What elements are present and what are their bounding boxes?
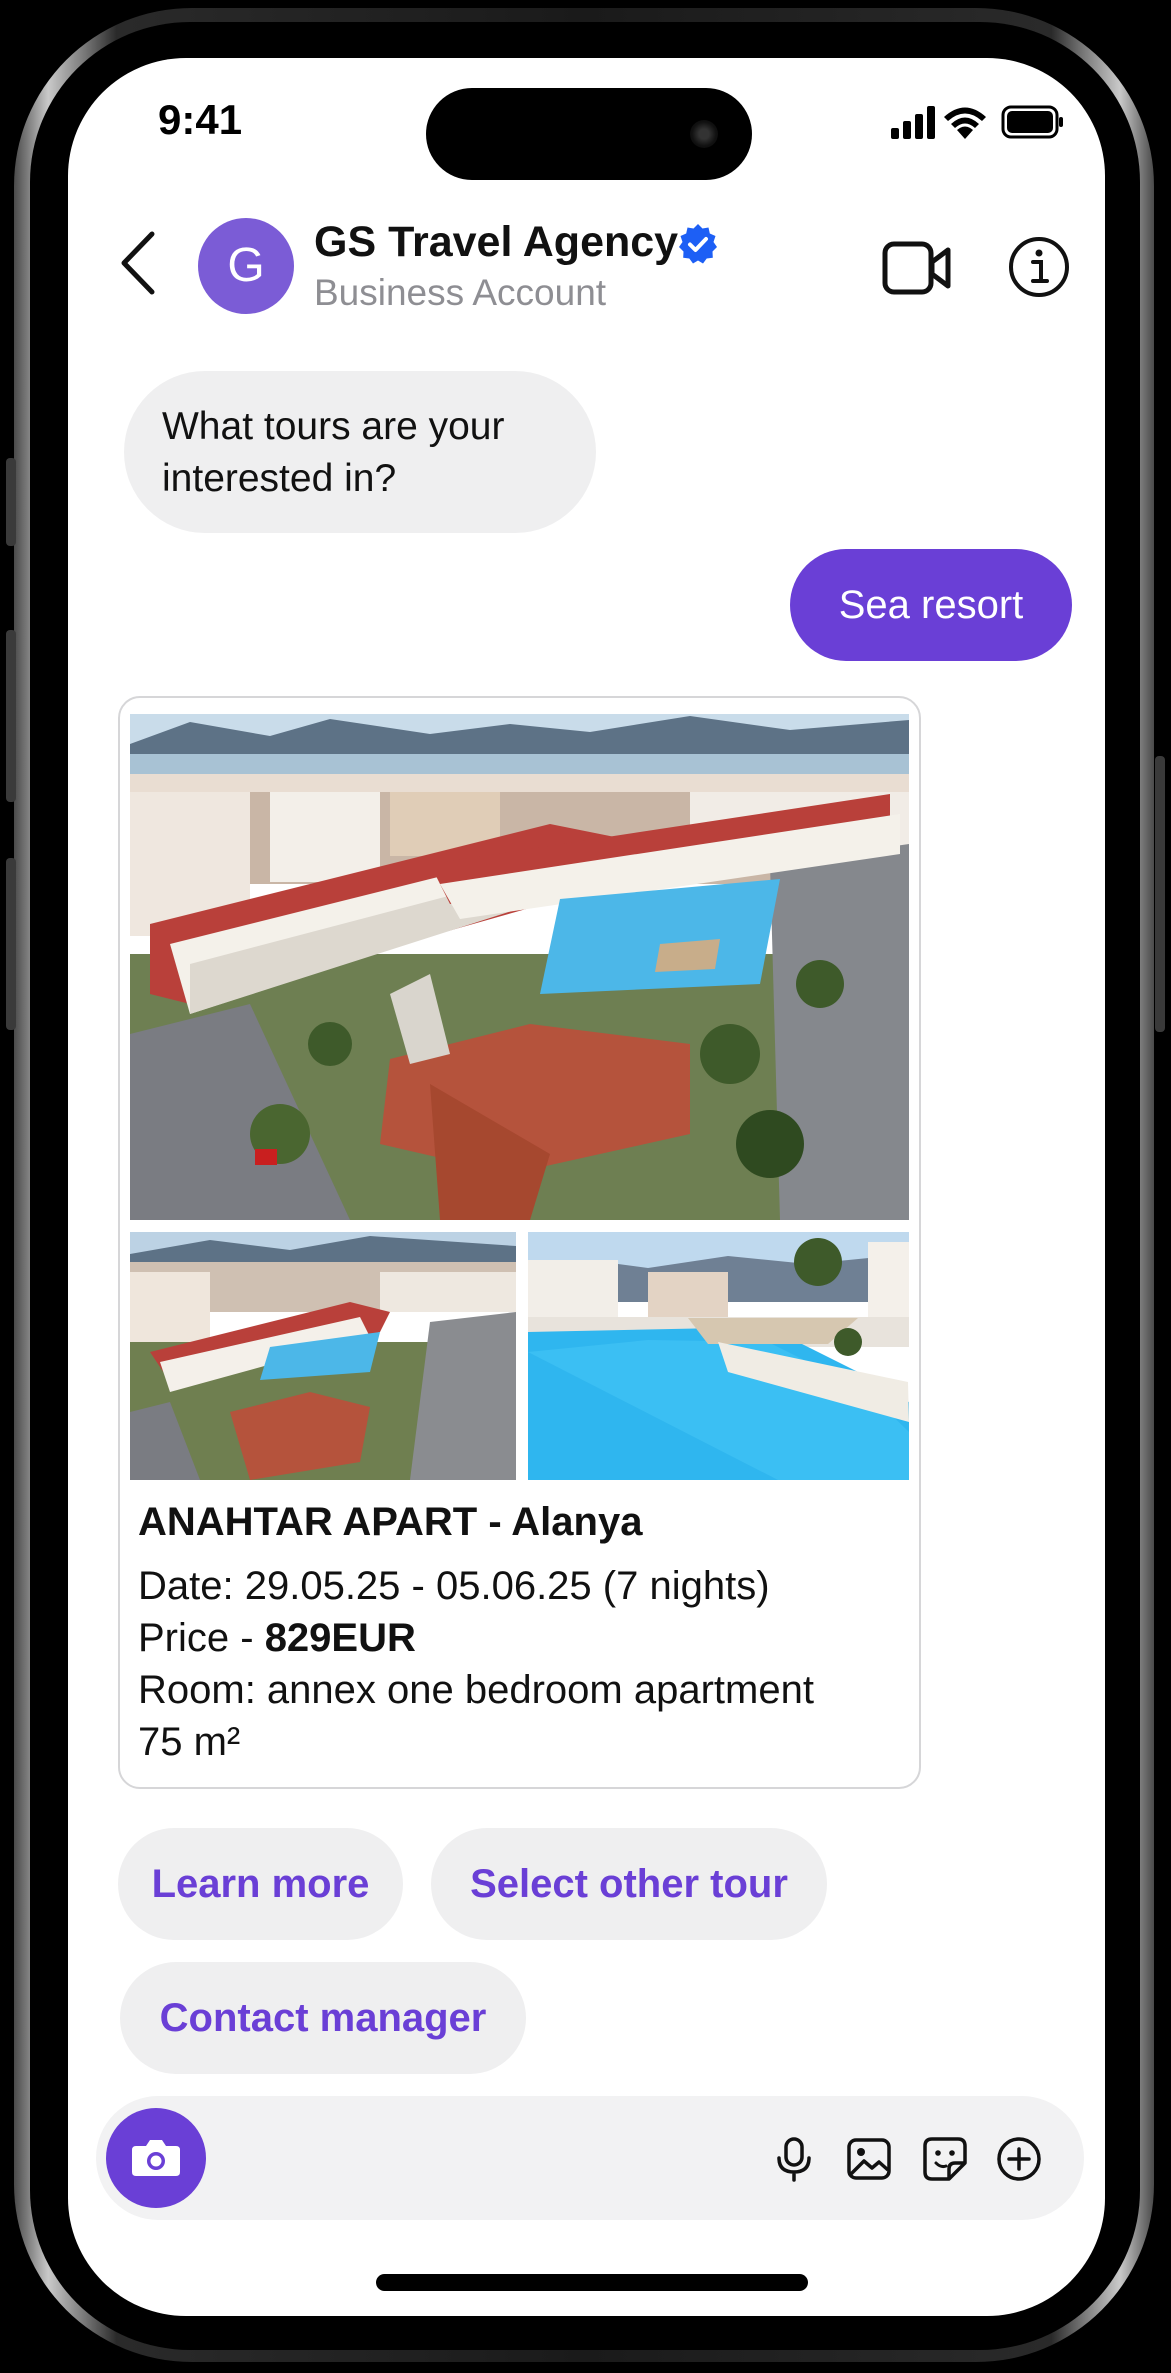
price-value: 829EUR (264, 1616, 416, 1660)
gallery-icon[interactable] (846, 2136, 892, 2182)
hotel-aerial-photo[interactable] (130, 714, 909, 1220)
info-icon[interactable] (1008, 236, 1070, 298)
camera-button[interactable] (106, 2108, 206, 2208)
home-indicator[interactable] (376, 2274, 808, 2291)
microphone-icon[interactable] (771, 2136, 817, 2182)
dynamic-island (426, 88, 752, 180)
camera-icon (132, 2140, 180, 2176)
tour-date: Date: 29.05.25 - 05.06.25 (7 nights) (138, 1564, 770, 1608)
tour-room-area: 75 m² (138, 1720, 241, 1764)
side-button-power (1155, 756, 1165, 1032)
select-other-tour-button[interactable]: Select other tour (431, 1828, 827, 1940)
front-camera (690, 120, 718, 148)
wifi-icon (944, 107, 986, 139)
price-label: Price - (138, 1616, 265, 1660)
tour-title: ANAHTAR APART - Alanya (138, 1500, 643, 1544)
pool-photo[interactable] (528, 1232, 909, 1480)
sticker-icon[interactable] (922, 2136, 968, 2182)
phone-screen: 9:41 G GS Travel Agency Business Account… (68, 58, 1105, 2316)
contact-manager-button[interactable]: Contact manager (120, 1962, 526, 2074)
side-button-volume-up (6, 630, 16, 802)
verified-badge-icon (677, 223, 719, 265)
tour-price: Price - 829EUR (138, 1616, 416, 1661)
status-icons (889, 104, 1065, 140)
signal-icon (891, 106, 935, 139)
tour-room: Room: annex one bedroom apartment (138, 1668, 814, 1712)
status-time: 9:41 (158, 96, 243, 143)
back-chevron-icon[interactable] (118, 230, 158, 296)
side-button-action (6, 458, 16, 546)
contact-name[interactable]: GS Travel Agency (314, 218, 678, 267)
plus-icon[interactable] (996, 2136, 1042, 2182)
outgoing-message: Sea resort (790, 549, 1072, 661)
hotel-overview-photo[interactable] (130, 1232, 516, 1480)
message-composer[interactable] (96, 2096, 1084, 2220)
video-camera-icon[interactable] (882, 240, 952, 296)
contact-subtitle: Business Account (314, 272, 607, 313)
incoming-message: What tours are your interested in? (124, 371, 596, 533)
avatar[interactable]: G (198, 218, 294, 314)
learn-more-button[interactable]: Learn more (118, 1828, 403, 1940)
tour-card[interactable]: ANAHTAR APART - Alanya Date: 29.05.25 - … (118, 696, 921, 1789)
side-button-volume-down (6, 858, 16, 1030)
battery-icon (1001, 105, 1063, 139)
